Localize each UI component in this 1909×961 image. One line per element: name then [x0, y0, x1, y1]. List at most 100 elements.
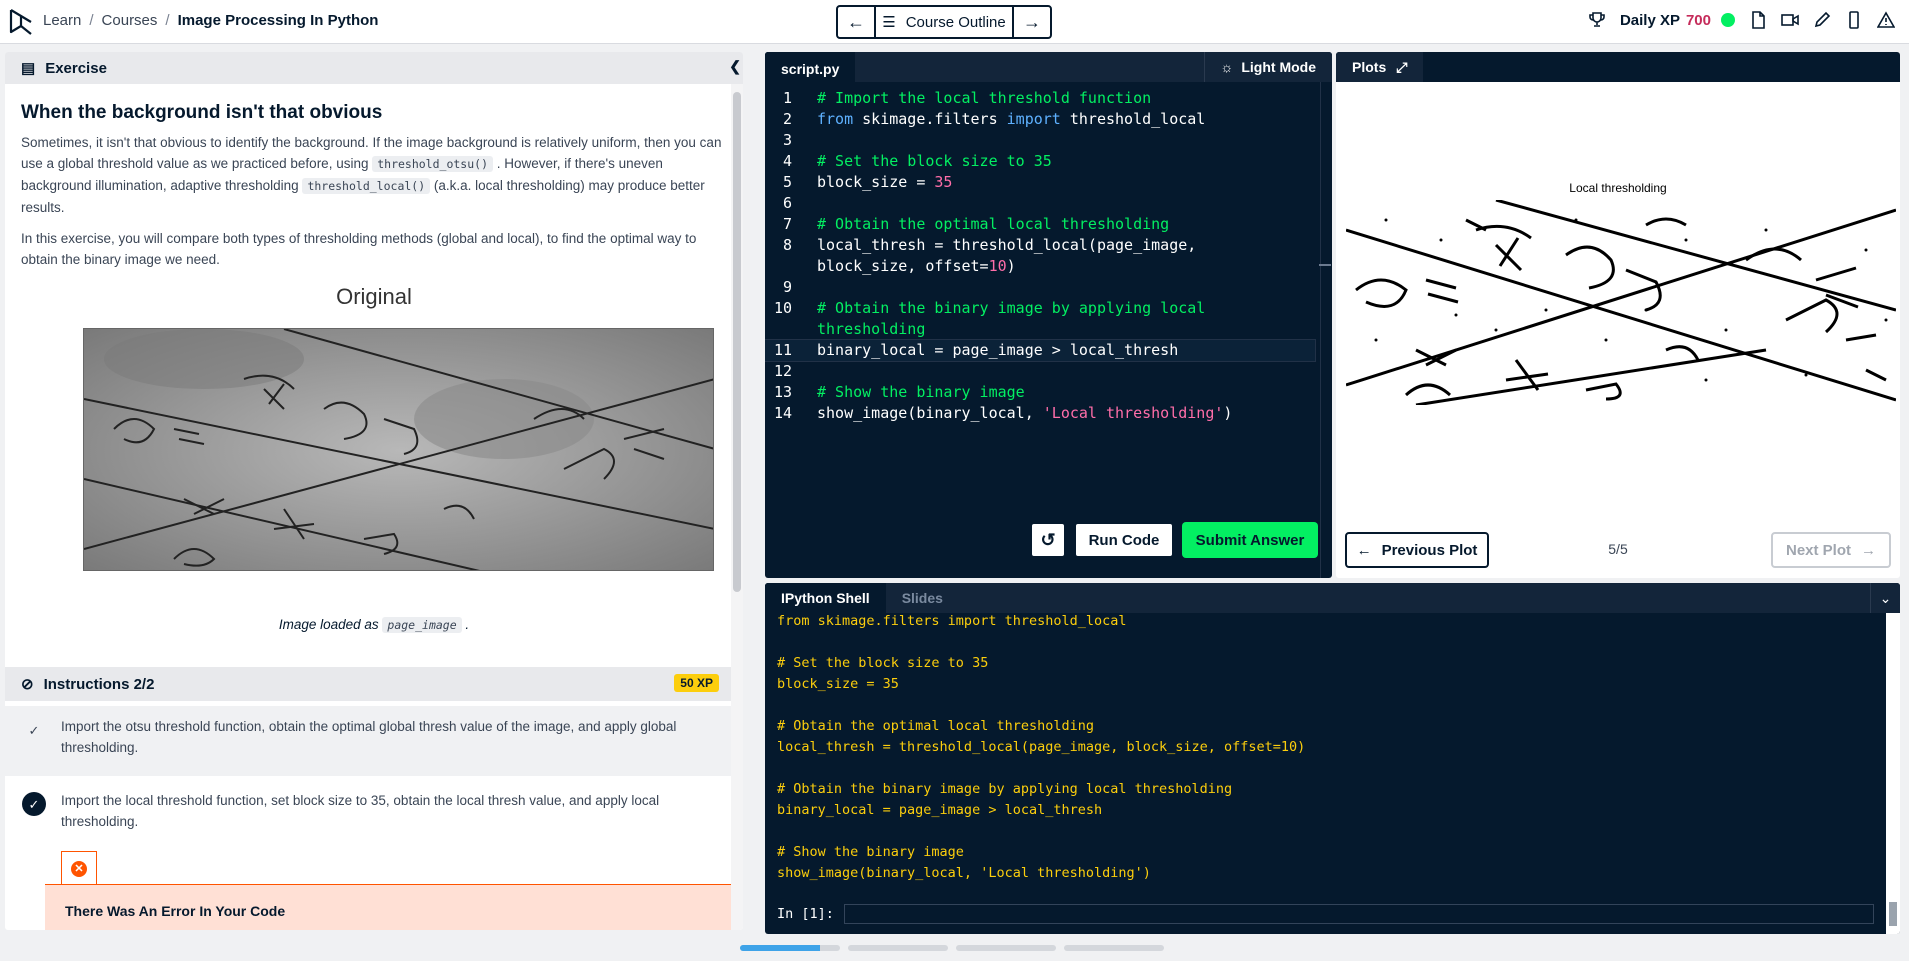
line-number: 8: [782, 236, 792, 254]
progress-segment[interactable]: [740, 945, 840, 951]
error-icon: ✕: [71, 860, 87, 877]
code-text: local_thresh = threshold_local(page_imag…: [817, 236, 1197, 254]
code-line: block_size, offset=10): [765, 256, 1315, 277]
instruction-step-1[interactable]: ✓ Import the otsu threshold function, ob…: [5, 706, 731, 776]
plots-footer: ← Previous Plot 5/5 Next Plot →: [1336, 532, 1900, 572]
original-page-image: [83, 328, 714, 571]
datacamp-logo[interactable]: [8, 8, 34, 36]
image-title: Original: [336, 284, 412, 309]
line-number: 9: [782, 278, 792, 296]
code-editor: script.py ☼ Light Mode 1 # Import the loc…: [765, 52, 1332, 578]
run-code-button[interactable]: Run Code: [1074, 522, 1174, 558]
submit-answer-button[interactable]: Submit Answer: [1182, 522, 1318, 558]
progress-segment[interactable]: [848, 945, 948, 951]
code-number: 35: [934, 173, 953, 191]
scrollbar[interactable]: [731, 84, 743, 930]
progress-segment[interactable]: [1064, 945, 1164, 951]
next-plot-label: Next Plot: [1785, 541, 1851, 559]
breadcrumb-current-course[interactable]: Image Processing In Python: [178, 12, 379, 29]
xp-badge: 50 XP: [674, 674, 719, 692]
image-caption: Image loaded as page_image .: [5, 617, 743, 633]
course-outline-button[interactable]: ☰ Course Outline: [874, 7, 1014, 37]
progress-segment[interactable]: [956, 945, 1056, 951]
course-navigation: ← ☰ Course Outline →: [836, 5, 1052, 39]
line-number: 13: [773, 383, 792, 401]
scrollbar-thumb[interactable]: [733, 92, 741, 592]
line-number: 2: [782, 110, 792, 128]
collapse-panel-icon[interactable]: ❮: [729, 58, 741, 75]
shell-scrollbar[interactable]: [1886, 613, 1900, 934]
line-number: 4: [782, 152, 792, 170]
code-text: show_image(binary_local,: [817, 404, 1043, 422]
code-area[interactable]: 1 # Import the local threshold function 2…: [765, 82, 1316, 424]
progress-fill: [740, 945, 820, 951]
menu-icon: ☰: [882, 14, 896, 31]
line-number: 14: [773, 404, 792, 422]
code-comment: thresholding: [817, 320, 926, 338]
breadcrumb-courses[interactable]: Courses: [102, 12, 158, 29]
line-number: 3: [782, 131, 792, 149]
shell-input[interactable]: [843, 904, 1874, 924]
status-dot: [1721, 13, 1735, 27]
chevron-down-icon[interactable]: ⌄: [1870, 583, 1900, 613]
edit-icon[interactable]: [1813, 11, 1831, 29]
code-text: threshold_local: [1060, 110, 1206, 128]
tab-script-py[interactable]: script.py: [765, 52, 856, 82]
code-line: 3: [765, 130, 1315, 151]
code-text: block_size =: [817, 173, 935, 191]
code-comment: # Import the local threshold function: [817, 89, 1152, 107]
tab-ipython-shell[interactable]: IPython Shell: [765, 583, 886, 613]
previous-exercise-button[interactable]: ←: [838, 7, 874, 37]
breadcrumb-learn[interactable]: Learn: [43, 12, 81, 29]
code-keyword: from: [817, 110, 854, 128]
code-comment: # Set the block size to 35: [817, 152, 1052, 170]
shell-prompt: In [1]:: [777, 904, 1874, 924]
scrollbar-thumb[interactable]: [1889, 902, 1897, 926]
mobile-icon[interactable]: [1845, 11, 1863, 29]
inline-code: page_image: [382, 617, 462, 633]
code-line-active: 11 binary_local = page_image > local_thre…: [765, 339, 1316, 362]
code-keyword: import: [1006, 110, 1061, 128]
next-plot-button[interactable]: Next Plot →: [1771, 532, 1891, 568]
exercise-icon: ▤: [21, 60, 36, 77]
tab-plots[interactable]: Plots ⤢: [1336, 52, 1424, 82]
shell-line: # Obtain the binary image by applying lo…: [777, 781, 1233, 797]
light-mode-toggle[interactable]: ☼ Light Mode: [1203, 52, 1333, 82]
line-number: 6: [782, 194, 792, 212]
line-number: 11: [773, 341, 792, 359]
editor-scrollbar[interactable]: [1319, 82, 1331, 578]
expand-icon[interactable]: ⤢: [1396, 59, 1407, 76]
instructions-label: Instructions 2/2: [43, 675, 155, 693]
sun-icon: ☼: [1220, 59, 1234, 75]
video-icon[interactable]: [1781, 11, 1799, 29]
warning-icon[interactable]: [1877, 11, 1895, 29]
shell-output: from skimage.filters import threshold_lo…: [777, 611, 1877, 884]
code-line: 13 # Show the binary image: [765, 382, 1315, 403]
reset-code-button[interactable]: ↺: [1030, 522, 1066, 558]
exercise-panel: ▤ Exercise ❮ When the background isn't t…: [5, 52, 743, 930]
code-text: binary_local = page_image > local_thresh: [817, 341, 1179, 359]
shell-line: # Set the block size to 35: [777, 655, 989, 671]
arrow-left-icon: ←: [847, 11, 865, 32]
error-tab[interactable]: ✕: [61, 851, 97, 885]
code-line: 10 # Obtain the binary image by applying …: [765, 298, 1315, 319]
code-line: 8 local_thresh = threshold_local(page_ima…: [765, 235, 1315, 256]
plot-image: [1346, 200, 1896, 405]
line-number: [765, 256, 817, 277]
tab-slides[interactable]: Slides: [886, 583, 959, 613]
inline-code: threshold_local(): [302, 178, 431, 194]
breadcrumb-separator: /: [165, 12, 170, 29]
line-number: 5: [782, 173, 792, 191]
reset-icon: ↺: [1040, 529, 1056, 550]
plot-title: Local thresholding: [1569, 181, 1667, 195]
checkmark-icon: ✓: [22, 792, 46, 816]
next-exercise-button[interactable]: →: [1014, 7, 1050, 37]
document-icon[interactable]: [1749, 11, 1767, 29]
code-text: ): [1223, 404, 1233, 422]
instruction-step-2[interactable]: ✓ Import the local threshold function, s…: [5, 780, 731, 840]
instructions-header: ⊘ Instructions 2/2 50 XP: [5, 667, 731, 701]
code-line: 1 # Import the local threshold function: [765, 88, 1315, 109]
